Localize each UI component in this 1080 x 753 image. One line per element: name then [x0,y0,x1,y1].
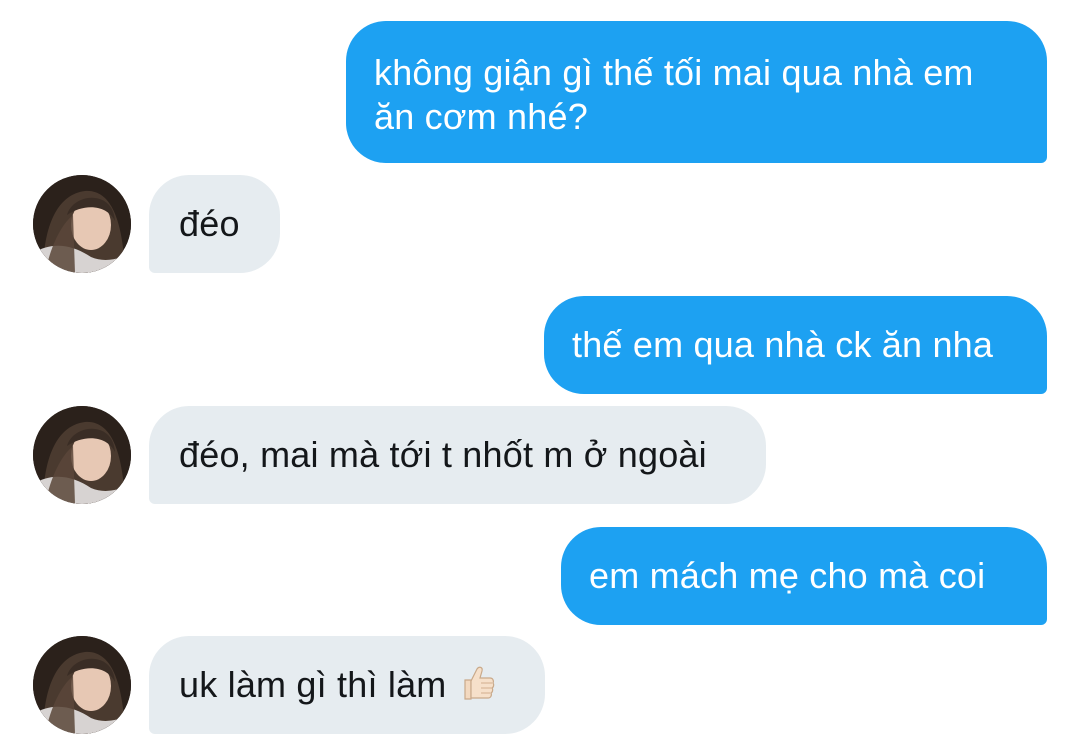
outgoing-message[interactable]: không giận gì thế tối mai qua nhà em ăn … [346,21,1047,163]
message-text: em mách mẹ cho mà coi [589,555,986,596]
message-text-line: không giận gì thế tối mai qua nhà em [374,52,974,93]
message-text: thế em qua nhà ck ăn nha [572,324,994,365]
outgoing-message[interactable]: thế em qua nhà ck ăn nha [544,296,1047,394]
incoming-message[interactable]: đéo, mai mà tới t nhốt m ở ngoài [149,406,766,504]
message-thread: không giận gì thế tối mai qua nhà em ăn … [0,0,1080,753]
contact-avatar[interactable] [33,406,131,504]
contact-avatar[interactable] [33,175,131,273]
thumbs-up-icon [457,663,497,713]
outgoing-message[interactable]: em mách mẹ cho mà coi [561,527,1047,625]
message-text-line: ăn cơm nhé? [374,96,588,137]
avatar-photo-icon [33,406,131,504]
message-text: đéo, mai mà tới t nhốt m ở ngoài [179,434,707,475]
incoming-message[interactable]: đéo [149,175,280,273]
message-text: uk làm gì thì làm [179,664,447,705]
contact-avatar[interactable] [33,636,131,734]
message-text: đéo [179,203,240,244]
avatar-photo-icon [33,636,131,734]
incoming-message[interactable]: uk làm gì thì làm [149,636,545,734]
avatar-photo-icon [33,175,131,273]
